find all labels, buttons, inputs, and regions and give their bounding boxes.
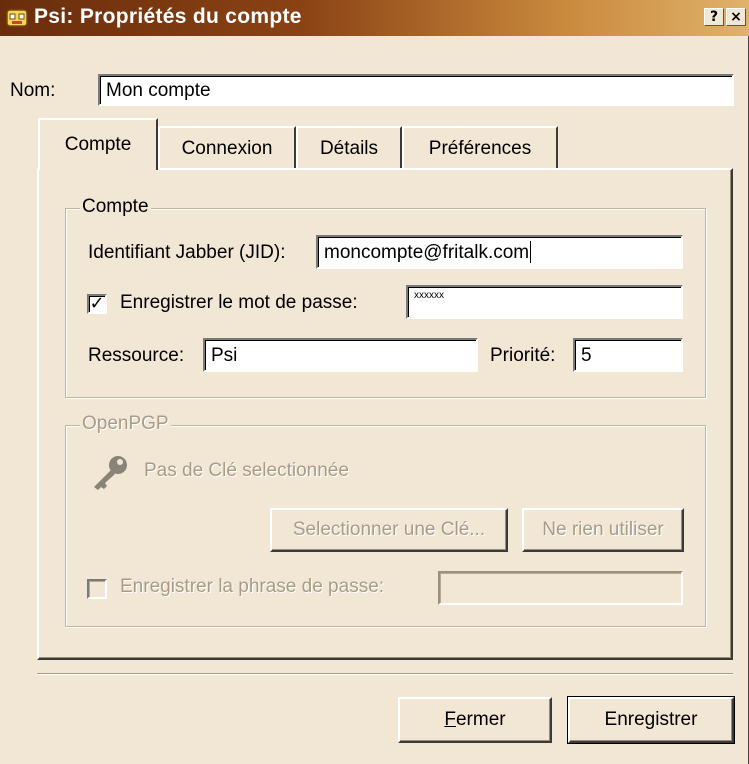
text-cursor <box>530 241 532 263</box>
window-title: Psi: Propriétés du compte <box>34 5 302 28</box>
password-field[interactable]: xxxxxx <box>406 285 683 319</box>
save-passphrase-label: Enregistrer la phrase de passe: <box>120 576 385 597</box>
tab-connexion[interactable]: Connexion <box>158 126 296 170</box>
close-label-mnemonic: F <box>444 709 456 730</box>
tab-compte[interactable]: Compte <box>38 118 158 170</box>
save-label: Enregistrer <box>604 709 698 730</box>
select-key-label: Selectionner une Clé... <box>292 519 486 540</box>
no-use-label: Ne rien utiliser <box>542 519 664 540</box>
account-name-field[interactable]: Mon compte <box>98 74 734 106</box>
help-button[interactable]: ? <box>704 8 724 26</box>
priority-value: 5 <box>581 344 592 366</box>
key-icon <box>94 456 127 490</box>
resource-value: Psi <box>211 344 238 366</box>
openpgp-group-legend: OpenPGP <box>80 413 171 435</box>
close-window-button[interactable]: × <box>726 8 746 26</box>
bottom-separator <box>37 673 733 675</box>
resource-field[interactable]: Psi <box>203 338 478 372</box>
resource-label: Ressource: <box>88 345 185 366</box>
psi-app-icon <box>6 9 28 27</box>
select-key-button[interactable]: Selectionner une Clé... <box>270 508 508 552</box>
tab-connexion-label: Connexion <box>181 138 273 159</box>
active-tab-joint <box>40 167 156 171</box>
tab-details[interactable]: Détails <box>296 126 402 170</box>
title-bar[interactable]: Psi: Propriétés du compte ? × <box>0 0 749 36</box>
no-use-button[interactable]: Ne rien utiliser <box>522 508 684 552</box>
name-label: Nom: <box>10 80 56 101</box>
priority-field[interactable]: 5 <box>573 338 683 372</box>
jid-value: moncompte@fritalk.com <box>324 241 530 263</box>
tab-details-label: Détails <box>319 138 379 159</box>
save-button[interactable]: Enregistrer <box>567 696 735 744</box>
password-value: xxxxxx <box>414 290 444 301</box>
save-passphrase-checkbox[interactable] <box>87 579 107 599</box>
no-key-text: Pas de Clé selectionnée <box>144 460 349 481</box>
priority-label: Priorité: <box>490 345 556 366</box>
passphrase-field[interactable] <box>438 571 683 605</box>
save-password-checkbox[interactable]: ✓ <box>87 294 107 314</box>
account-name-value: Mon compte <box>106 79 211 101</box>
close-button[interactable]: Fermer <box>398 697 552 743</box>
save-password-label: Enregistrer le mot de passe: <box>120 292 358 313</box>
jid-label: Identifiant Jabber (JID): <box>88 242 286 263</box>
tab-preferences-label: Préférences <box>428 138 532 159</box>
close-label: ermer <box>455 709 506 730</box>
jid-field[interactable]: moncompte@fritalk.com <box>316 235 683 269</box>
tab-compte-label: Compte <box>64 134 132 155</box>
account-group-legend: Compte <box>80 196 151 218</box>
tab-preferences[interactable]: Préférences <box>402 126 558 170</box>
account-properties-window: Psi: Propriétés du compte ? × Nom: Mon c… <box>0 0 749 764</box>
